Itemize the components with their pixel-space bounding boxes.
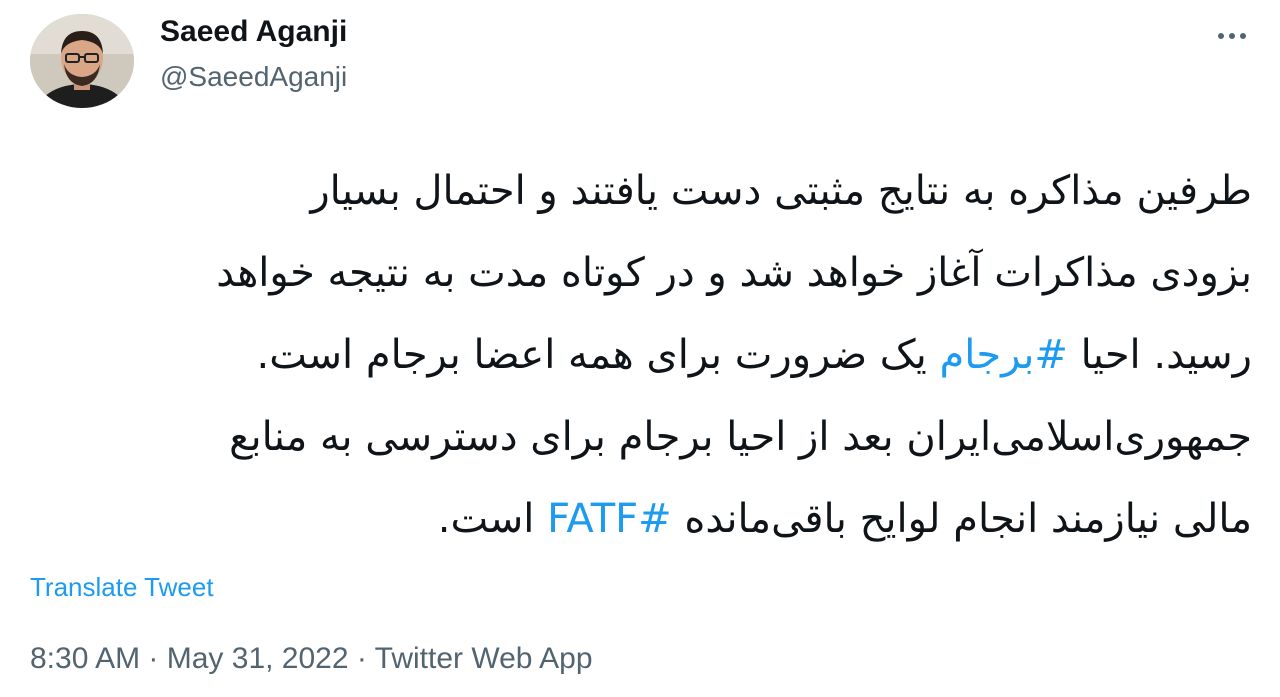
tweet-text-segment: مالی نیازمند انجام لوایح باقی‌مانده [671,496,1252,542]
tweet-text-segment: است. [437,496,548,542]
avatar[interactable] [30,14,134,108]
tweet-text-line: بزودی مذاکرات آغاز خواهد شد و در کوتاه م… [30,232,1252,314]
tweet-header: Saeed Aganji @SaeedAganji [30,14,1260,110]
tweet-text-segment: طرفین مذاکره به نتایج مثبتی دست یافتند و… [310,168,1252,214]
tweet-text: طرفین مذاکره به نتایج مثبتی دست یافتند و… [30,150,1252,560]
hashtag-link[interactable]: #FATF [547,496,672,542]
tweet-time[interactable]: 8:30 AM [30,642,140,675]
tweet-text-segment: یک ضرورت برای همه اعضا برجام است. [256,332,940,378]
display-name[interactable]: Saeed Aganji [160,17,347,47]
tweet-text-line: طرفین مذاکره به نتایج مثبتی دست یافتند و… [30,150,1252,232]
user-info: Saeed Aganji @SaeedAganji [160,14,347,91]
avatar-image [30,14,134,108]
tweet-text-line: جمهوری‌اسلامی‌ایران بعد از احیا برجام بر… [30,396,1252,478]
tweet-text-segment: رسید. احیا [1067,332,1252,378]
tweet-text-segment: بزودی مذاکرات آغاز خواهد شد و در کوتاه م… [216,250,1252,296]
tweet-source[interactable]: Twitter Web App [375,642,593,675]
tweet-text-line: رسید. احیا #برجام یک ضرورت برای همه اعضا… [30,314,1252,396]
meta-separator: · [348,642,375,675]
meta-separator: · [140,642,167,675]
tweet-text-segment: جمهوری‌اسلامی‌ایران بعد از احیا برجام بر… [229,414,1252,460]
translate-tweet-link[interactable]: Translate Tweet [30,572,214,603]
tweet-text-line: مالی نیازمند انجام لوایح باقی‌مانده #FAT… [30,478,1252,560]
more-options-button[interactable] [1212,16,1252,56]
tweet-date[interactable]: May 31, 2022 [167,642,349,675]
tweet-metadata: 8:30 AM · May 31, 2022 · Twitter Web App [30,642,593,676]
hashtag-link[interactable]: #برجام [939,332,1067,378]
more-horizontal-icon [1218,33,1246,39]
user-handle[interactable]: @SaeedAganji [160,63,347,91]
